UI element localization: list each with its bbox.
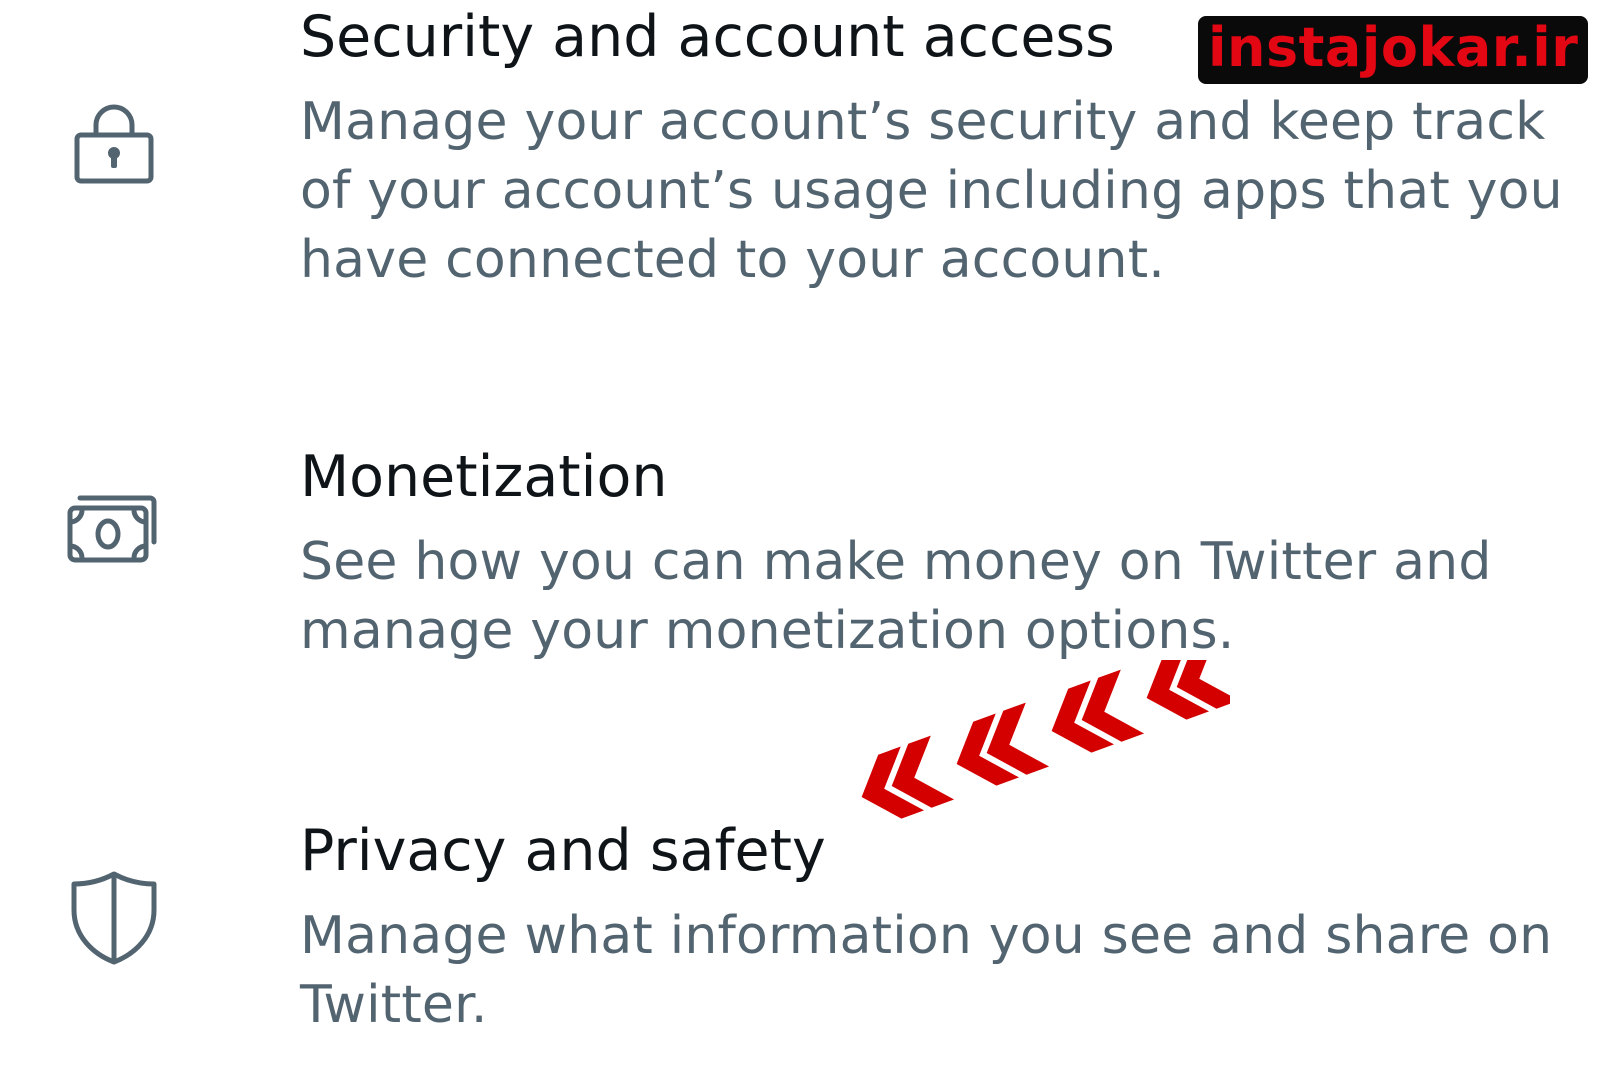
settings-item-monetization[interactable]: Monetization See how you can make money … [0,430,1620,680]
settings-item-privacy[interactable]: Privacy and safety Manage what informati… [0,790,1620,1050]
shield-icon [64,868,164,968]
money-icon [64,478,164,578]
watermark-text: instajokar.ir [1208,16,1579,79]
lock-icon [64,92,164,192]
watermark-logo: instajokar.ir [1198,16,1589,84]
settings-item-title: Privacy and safety [300,818,826,884]
settings-item-description: See how you can make money on Twitter an… [300,532,1492,661]
settings-item-title: Security and account access [300,4,1115,70]
settings-item-description: Manage what information you see and shar… [300,906,1553,1035]
settings-item-title: Monetization [300,444,668,510]
settings-item-description: Manage your account’s security and keep … [300,92,1563,290]
